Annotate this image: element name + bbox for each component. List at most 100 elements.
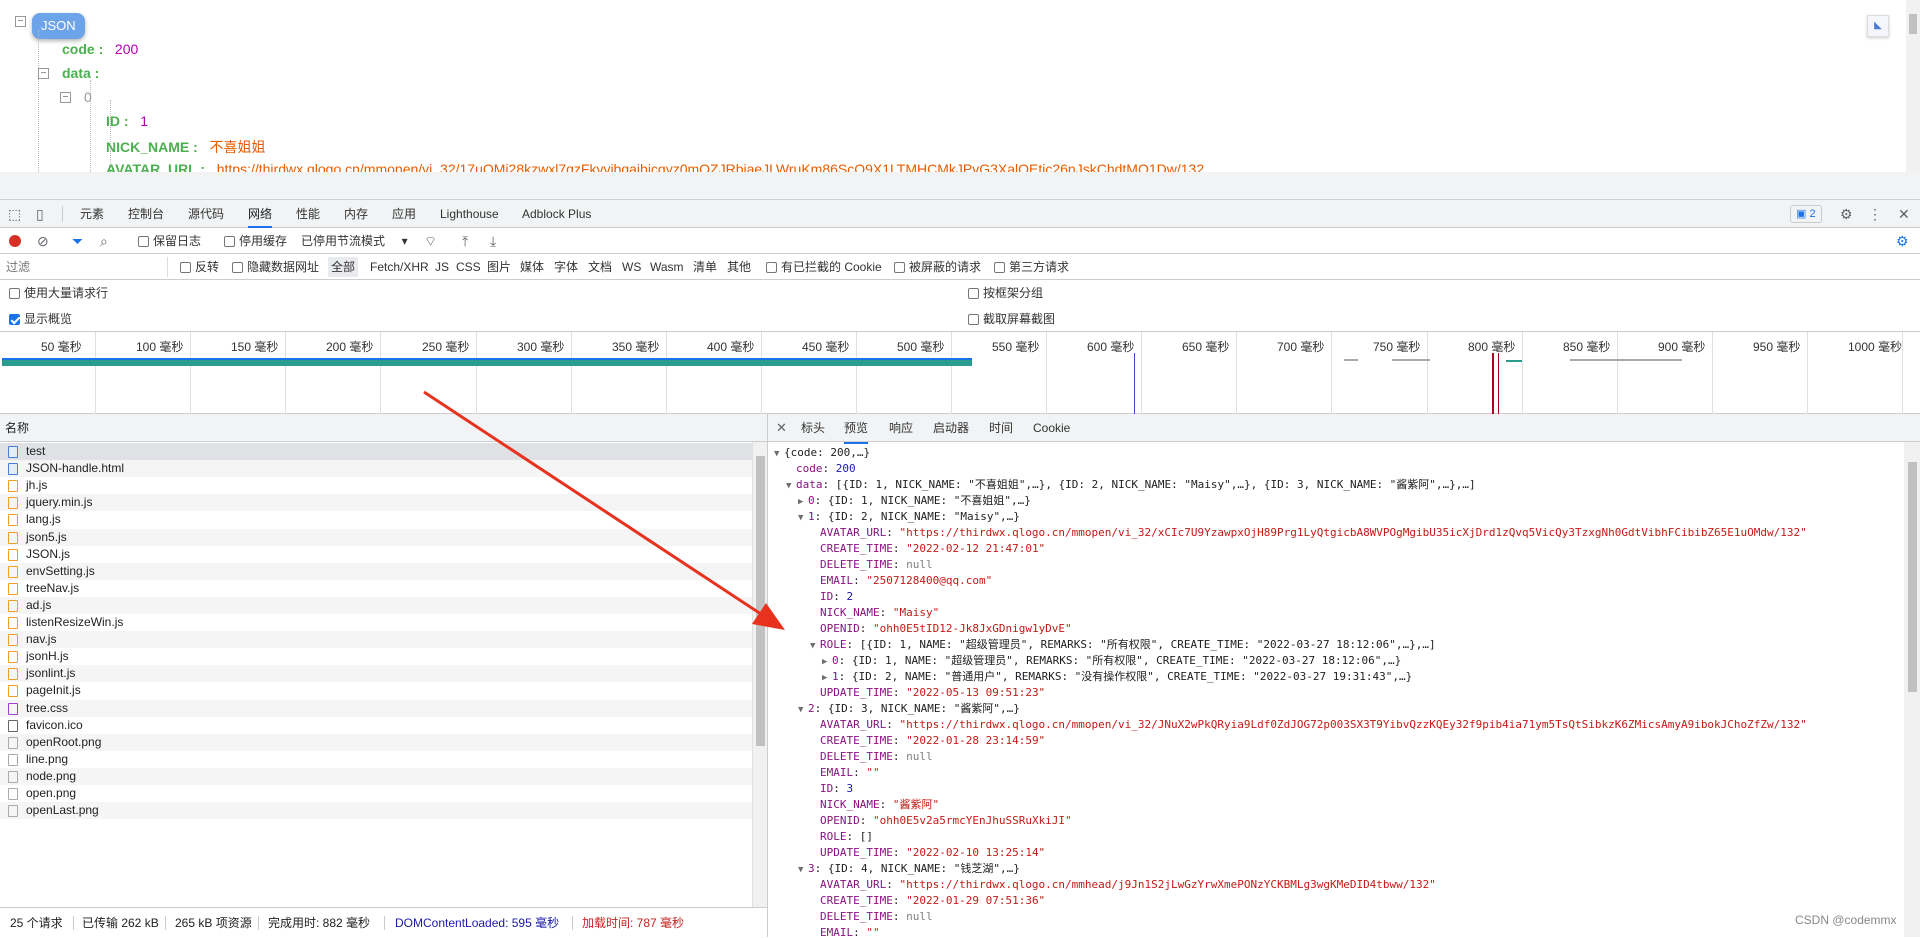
tab-response[interactable]: 响应 [889,414,913,442]
filter-type-media[interactable]: 媒体 [520,254,544,280]
filter-icon[interactable]: ⏷ [72,228,83,254]
request-row[interactable]: tree.css [0,699,752,717]
preview-line[interactable]: ▼ ROLE: [{ID: 1, NAME: "超级管理员", REMARKS: … [810,637,1436,654]
filter-type-font[interactable]: 字体 [554,254,578,280]
tab-initiator[interactable]: 启动器 [933,414,969,442]
request-row[interactable]: line.png [0,751,752,768]
collapsed-triangle-icon[interactable]: ▶ [822,670,832,686]
preview-line[interactable]: ▼ data: [{ID: 1, NICK_NAME: "不喜姐姐",…}, {I… [786,477,1476,494]
tab-headers[interactable]: 标头 [801,414,825,442]
expanded-triangle-icon[interactable]: ▼ [798,510,808,526]
group-by-frame-checkbox[interactable]: 按框架分组 [968,280,1043,306]
filter-input[interactable] [0,257,168,277]
request-row[interactable]: jsonH.js [0,648,752,665]
close-detail-icon[interactable]: ✕ [776,414,787,442]
expanded-triangle-icon[interactable]: ▼ [798,862,808,878]
preview-line[interactable]: ▶ 1: {ID: 2, NAME: "普通用户", REMARKS: "没有操作… [822,669,1412,686]
issues-badge[interactable]: ▣ 2 [1790,205,1822,223]
request-row[interactable]: JSON-handle.html [0,460,752,478]
column-name-header[interactable]: 名称 [0,414,767,442]
throttle-select[interactable]: 已停用节流模式 ▾ [301,228,408,254]
request-row[interactable]: node.png [0,767,752,785]
preview-line[interactable]: ▶ 0: {ID: 1, NICK_NAME: "不喜姐姐",…} [798,493,1031,510]
expanded-triangle-icon[interactable]: ▼ [786,478,796,494]
filter-type-ws[interactable]: WS [622,254,641,280]
page-scrollbar[interactable] [1906,0,1920,172]
request-row[interactable]: jh.js [0,477,752,494]
tab-preview[interactable]: 预览 [844,414,869,444]
collapse-data-toggle[interactable]: − [38,68,49,79]
blocked-cookies-checkbox[interactable]: 有已拦截的 Cookie [766,254,882,280]
request-row[interactable]: nav.js [0,631,752,649]
tab-network[interactable]: 网络 [248,200,273,228]
export-har-icon[interactable]: ⤓ [490,228,496,254]
tab-memory[interactable]: 内存 [344,200,368,228]
tab-console[interactable]: 控制台 [128,200,164,228]
collapsed-triangle-icon[interactable]: ▶ [822,654,832,670]
device-toolbar-icon[interactable]: ▯ [36,200,44,228]
timeline-overview[interactable]: 50 毫秒 100 毫秒 150 毫秒 200 毫秒 250 毫秒 300 毫秒 350 毫… [0,332,1920,414]
expanded-triangle-icon[interactable]: ▼ [798,702,808,718]
search-icon[interactable]: ⌕ [100,228,108,254]
request-row[interactable]: jsonlint.js [0,665,752,683]
request-row[interactable]: favicon.ico [0,717,752,734]
disable-cache-checkbox[interactable]: 停用缓存 [224,228,287,254]
request-row[interactable]: test [0,443,752,460]
invert-checkbox[interactable]: 反转 [180,254,219,280]
request-row[interactable]: pageInit.js [0,682,752,699]
tab-cookies[interactable]: Cookie [1033,414,1070,442]
preview-line[interactable]: ▶ 0: {ID: 1, NAME: "超级管理员", REMARKS: "所有权… [822,653,1401,670]
tab-sources[interactable]: 源代码 [188,200,224,228]
filter-type-wasm[interactable]: Wasm [650,254,684,280]
more-options-icon[interactable]: ⋮ [1868,200,1882,228]
large-rows-checkbox[interactable]: 使用大量请求行 [9,280,108,306]
filter-type-img[interactable]: 图片 [487,254,511,280]
show-overview-checkbox[interactable]: 显示概览 [9,306,72,332]
request-list-scrollbar[interactable] [752,442,767,907]
request-row[interactable]: JSON.js [0,546,752,563]
settings-gear-icon[interactable]: ⚙ [1840,200,1853,228]
preserve-log-checkbox[interactable]: 保留日志 [138,228,201,254]
filter-type-js[interactable]: JS [435,254,449,280]
request-row[interactable]: ad.js [0,596,752,614]
filter-type-manifest[interactable]: 清单 [693,254,717,280]
corner-collapse-button[interactable]: ◣ [1867,15,1889,37]
filter-type-doc[interactable]: 文档 [588,254,612,280]
tab-elements[interactable]: 元素 [80,200,104,228]
inspect-element-icon[interactable]: ⬚ [8,200,21,228]
collapse-root-toggle[interactable]: − [15,16,26,27]
filter-type-other[interactable]: 其他 [727,254,751,280]
filter-type-css[interactable]: CSS [456,254,481,280]
request-row[interactable]: open.png [0,785,752,802]
network-conditions-icon[interactable]: ⌔ [424,228,437,254]
tab-performance[interactable]: 性能 [296,200,320,228]
collapsed-triangle-icon[interactable]: ▶ [798,494,808,510]
expanded-triangle-icon[interactable]: ▼ [810,638,820,654]
collapse-item-toggle[interactable]: − [60,92,71,103]
tab-application[interactable]: 应用 [392,200,416,228]
preview-line[interactable]: ▼ 3: {ID: 4, NICK_NAME: "钱芝湖",…} [798,861,1020,878]
tab-adblock-plus[interactable]: Adblock Plus [522,200,591,228]
close-devtools-icon[interactable]: ✕ [1898,200,1910,228]
request-row[interactable]: openLast.png [0,802,752,820]
network-settings-icon[interactable]: ⚙ [1896,228,1909,254]
record-icon[interactable] [9,235,21,247]
tab-timing[interactable]: 时间 [989,414,1013,442]
json-format-button[interactable]: JSON [32,13,85,39]
third-party-checkbox[interactable]: 第三方请求 [994,254,1069,280]
request-row[interactable]: envSetting.js [0,562,752,580]
request-row[interactable]: listenResizeWin.js [0,614,752,631]
capture-screenshots-checkbox[interactable]: 截取屏幕截图 [968,306,1055,332]
expanded-triangle-icon[interactable]: ▼ [774,446,784,462]
tab-lighthouse[interactable]: Lighthouse [440,200,499,228]
request-row[interactable]: jquery.min.js [0,494,752,512]
request-row[interactable]: json5.js [0,528,752,546]
preview-line[interactable]: ▼ 1: {ID: 2, NICK_NAME: "Maisy",…} [798,509,1020,526]
filter-type-all[interactable]: 全部 [328,257,359,277]
preview-line[interactable]: ▼ {code: 200,…} [774,445,870,462]
preview-scrollbar[interactable] [1904,442,1920,937]
hide-data-urls-checkbox[interactable]: 隐藏数据网址 [232,254,319,280]
filter-type-xhr[interactable]: Fetch/XHR [370,254,429,280]
request-row[interactable]: lang.js [0,511,752,528]
request-row[interactable]: openRoot.png [0,733,752,751]
